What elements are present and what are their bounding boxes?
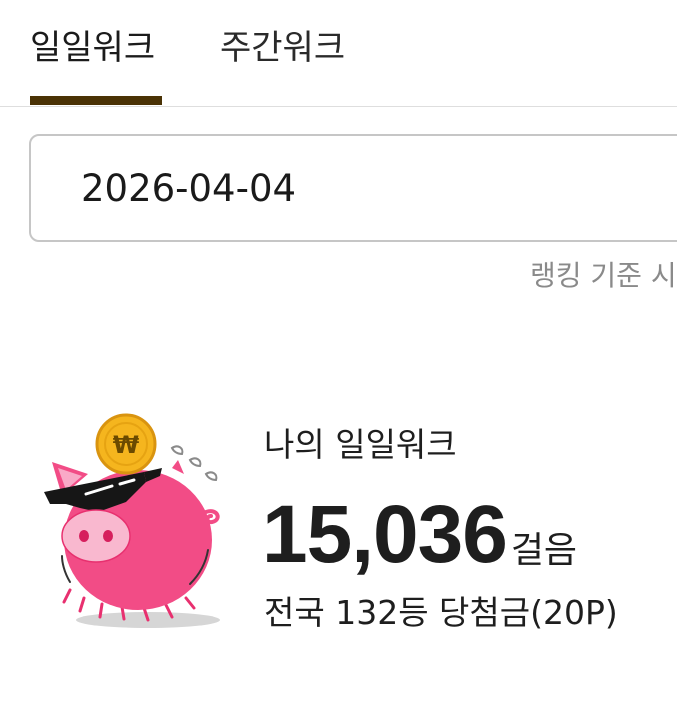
my-daily-walk-label: 나의 일일워크: [264, 425, 457, 464]
active-tab-indicator: [30, 96, 162, 105]
date-value: 2026-04-04: [81, 167, 297, 210]
ranking-basis-note: 랭킹 기준 시: [530, 259, 677, 292]
national-rank-prize: 전국 132등 당첨금(20P): [264, 593, 618, 632]
tab-bar: 일일워크 주간워크: [0, 0, 677, 107]
daily-walk-screen: 일일워크 주간워크 2026-04-04 랭킹 기준 시 ₩ 나의 일일워크 1…: [0, 0, 677, 710]
date-selector[interactable]: 2026-04-04: [29, 134, 677, 242]
coin-symbol: ₩: [113, 431, 140, 459]
step-count: 15,036 걸음: [262, 490, 577, 580]
tab-weekly-walk[interactable]: 주간워크: [220, 26, 345, 70]
step-count-value: 15,036: [262, 489, 508, 580]
step-count-unit: 걸음: [510, 530, 578, 571]
tab-daily-walk[interactable]: 일일워크: [30, 26, 155, 70]
piggy-bank-icon: ₩: [40, 412, 240, 632]
